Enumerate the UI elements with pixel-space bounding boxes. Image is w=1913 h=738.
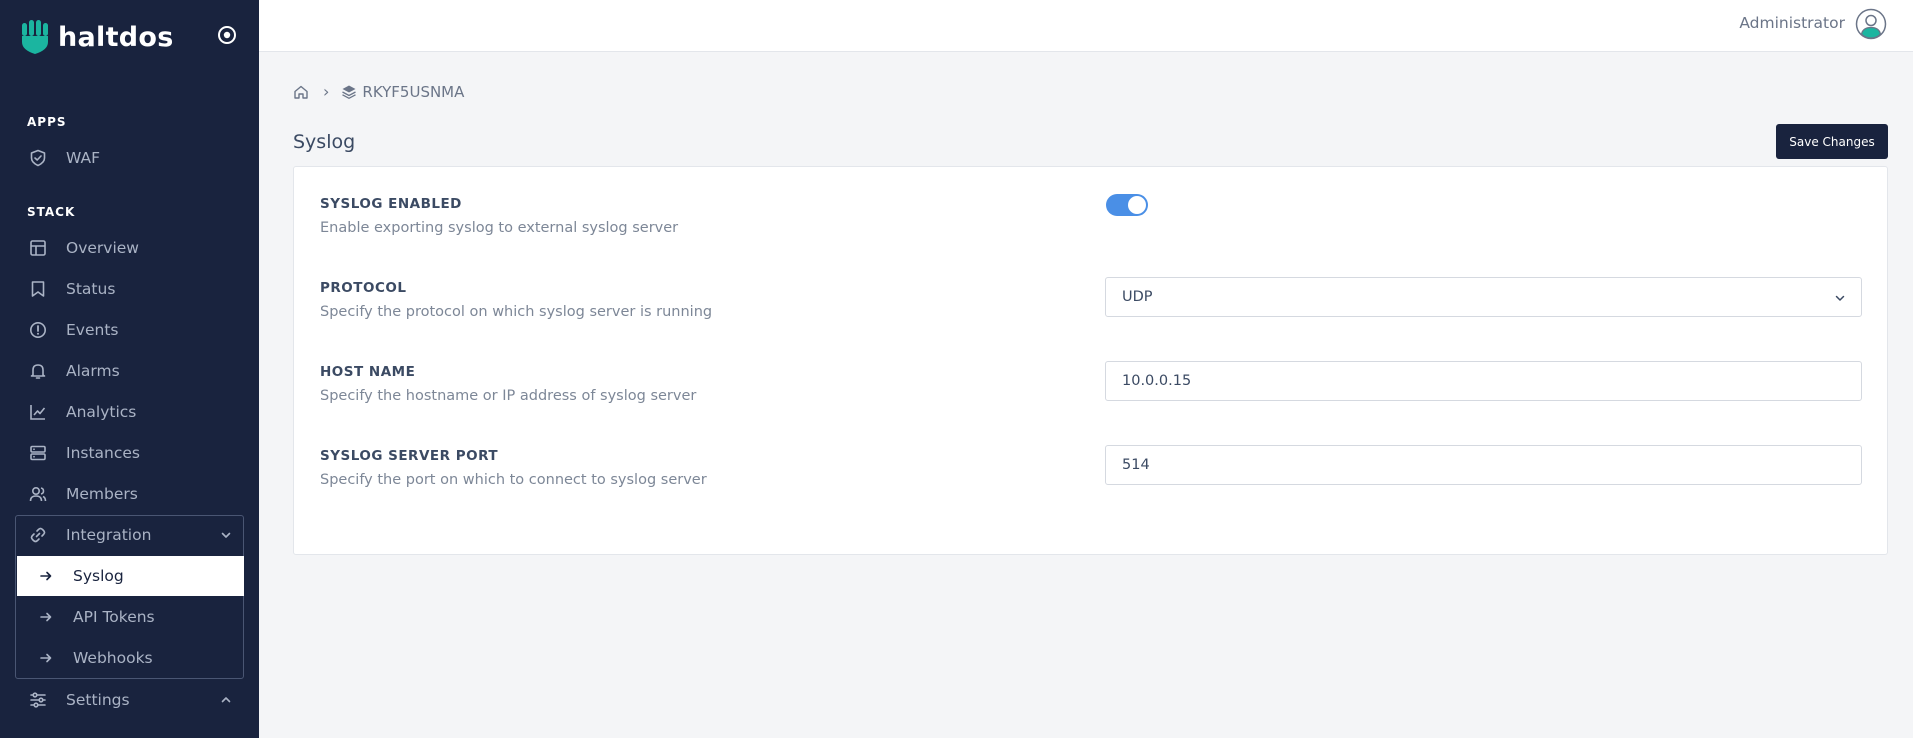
avatar-icon[interactable] xyxy=(1855,8,1887,40)
host-name-input[interactable]: 10.0.0.15 xyxy=(1105,361,1862,401)
sidebar-item-label: Integration xyxy=(66,526,152,544)
protocol-selected-value: UDP xyxy=(1122,289,1153,305)
sidebar-subitem-label: Webhooks xyxy=(73,649,153,667)
layers-icon xyxy=(342,85,357,99)
sidebar-item-label: Settings xyxy=(66,691,130,709)
chart-line-icon xyxy=(28,402,48,422)
breadcrumb-stack-id[interactable]: RKYF5USNMA xyxy=(362,83,464,101)
sidebar-item-label: Analytics xyxy=(66,403,137,421)
field-label-enabled: SYSLOG ENABLED xyxy=(320,196,462,212)
brand-name: haltdos xyxy=(58,21,174,53)
integration-group: Integration Syslog API Tokens Webhooks xyxy=(15,515,244,679)
protocol-select[interactable]: UDP xyxy=(1105,277,1862,317)
sidebar-item-label: Overview xyxy=(66,239,139,257)
stack-section-title: STACK xyxy=(27,205,76,219)
sidebar-item-label: Instances xyxy=(66,444,141,462)
chevron-down-icon xyxy=(221,532,231,538)
host-name-value: 10.0.0.15 xyxy=(1122,373,1192,389)
syslog-port-input[interactable]: 514 xyxy=(1105,445,1862,485)
sidebar-subitem-webhooks[interactable]: Webhooks xyxy=(17,638,244,678)
home-icon[interactable] xyxy=(293,84,309,100)
sidebar-item-events[interactable]: Events xyxy=(16,311,243,349)
apps-section-title: APPS xyxy=(27,115,67,129)
syslog-enabled-toggle[interactable] xyxy=(1106,194,1148,216)
field-desc-host: Specify the hostname or IP address of sy… xyxy=(320,388,697,404)
field-desc-enabled: Enable exporting syslog to external sysl… xyxy=(320,220,679,236)
users-icon xyxy=(28,484,48,504)
sidebar-item-members[interactable]: Members xyxy=(16,475,243,513)
syslog-port-value: 514 xyxy=(1122,457,1150,473)
chevron-down-icon xyxy=(1835,295,1845,301)
arrow-right-icon xyxy=(39,568,55,584)
sidebar-item-instances[interactable]: Instances xyxy=(16,434,243,472)
field-label-protocol: PROTOCOL xyxy=(320,280,407,296)
user-name[interactable]: Administrator xyxy=(1739,14,1845,32)
field-desc-port: Specify the port on which to connect to … xyxy=(320,472,707,488)
sidebar-item-status[interactable]: Status xyxy=(16,270,243,308)
arrow-right-icon xyxy=(39,609,55,625)
chevron-right-icon: › xyxy=(323,82,330,101)
sidebar-item-integration[interactable]: Integration xyxy=(16,516,243,554)
toggle-knob xyxy=(1128,196,1146,214)
breadcrumb: › RKYF5USNMA xyxy=(293,82,464,101)
server-icon xyxy=(28,443,48,463)
save-changes-button[interactable]: Save Changes xyxy=(1776,124,1888,159)
sidebar-item-label: WAF xyxy=(66,149,100,167)
sliders-icon xyxy=(28,690,48,710)
alert-circle-icon xyxy=(28,320,48,340)
bell-icon xyxy=(28,361,48,381)
sidebar-item-label: Members xyxy=(66,485,138,503)
field-label-host: HOST NAME xyxy=(320,364,416,380)
page-title: Syslog xyxy=(293,131,356,153)
sidebar: haltdos APPS WAF STACK Overview Status E… xyxy=(0,0,259,738)
bookmark-icon xyxy=(28,279,48,299)
shield-check-icon xyxy=(28,148,48,168)
sidebar-subitem-api-tokens[interactable]: API Tokens xyxy=(17,597,244,637)
sidebar-item-label: Status xyxy=(66,280,116,298)
sidebar-item-label: Events xyxy=(66,321,119,339)
haltdos-logo-icon xyxy=(22,20,48,54)
target-icon[interactable] xyxy=(216,24,238,46)
link-icon xyxy=(28,525,48,545)
sidebar-item-settings[interactable]: Settings xyxy=(16,681,243,719)
sidebar-subitem-label: API Tokens xyxy=(73,608,155,626)
sidebar-item-analytics[interactable]: Analytics xyxy=(16,393,243,431)
sidebar-subitem-label: Syslog xyxy=(73,567,124,585)
layout-icon xyxy=(28,238,48,258)
sidebar-item-waf[interactable]: WAF xyxy=(16,139,243,177)
field-desc-protocol: Specify the protocol on which syslog ser… xyxy=(320,304,713,320)
topbar: Administrator xyxy=(259,0,1913,52)
chevron-up-icon xyxy=(221,697,231,703)
sidebar-item-overview[interactable]: Overview xyxy=(16,229,243,267)
syslog-settings-card: SYSLOG ENABLED Enable exporting syslog t… xyxy=(293,166,1888,555)
sidebar-item-label: Alarms xyxy=(66,362,120,380)
brand[interactable]: haltdos xyxy=(22,20,174,54)
sidebar-item-alarms[interactable]: Alarms xyxy=(16,352,243,390)
sidebar-subitem-syslog[interactable]: Syslog xyxy=(17,556,244,596)
arrow-right-icon xyxy=(39,650,55,666)
field-label-port: SYSLOG SERVER PORT xyxy=(320,448,499,464)
